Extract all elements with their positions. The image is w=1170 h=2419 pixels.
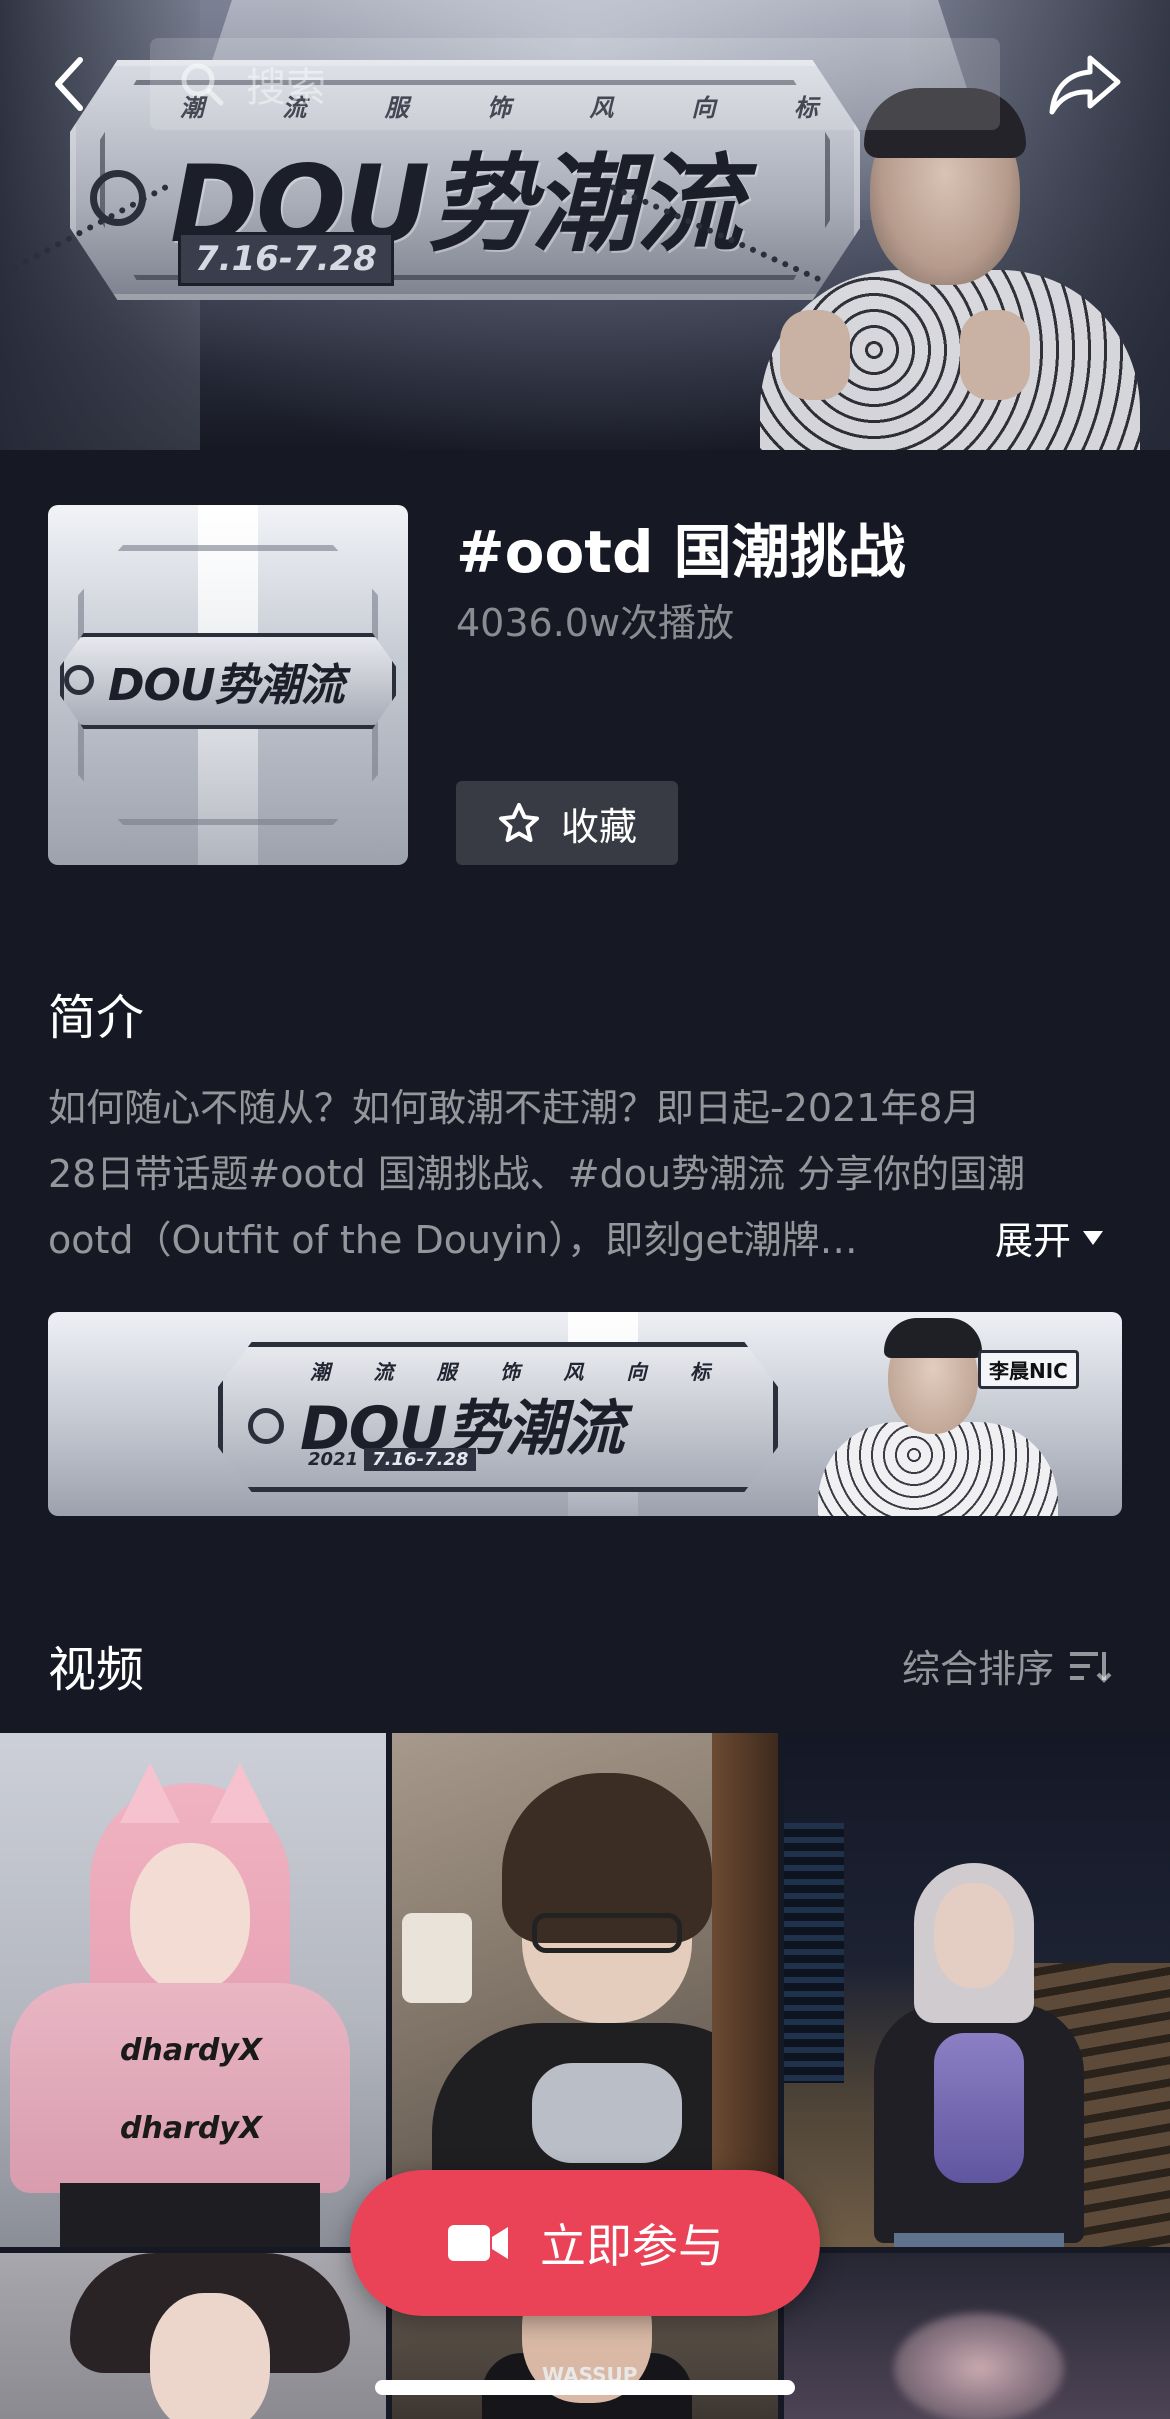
- top-navigation-bar: 搜索: [0, 36, 1170, 136]
- chevron-left-icon: [55, 57, 83, 111]
- videos-heading: 视频: [48, 1642, 145, 1698]
- intro-line: 如何随心不随从？如何敢潮不赶潮？即日起-2021年8月: [48, 1086, 981, 1130]
- video-grid: dhardyX dhardyX WASSUP: [0, 1733, 1170, 2419]
- sort-label: 综合排序: [902, 1647, 1055, 1691]
- thumb-skirt: [60, 2183, 320, 2247]
- cover-ring-icon: [64, 665, 94, 695]
- home-indicator[interactable]: [375, 2380, 795, 2395]
- banner-person-shirt: [818, 1422, 1058, 1516]
- banner-sub-char: 向: [626, 1360, 647, 1384]
- thumb-fabric: [532, 2063, 682, 2163]
- intro-heading: 简介: [48, 990, 145, 1046]
- banner-date: 2021 7.16-7.28: [308, 1448, 477, 1471]
- banner-date-range: 7.16-7.28: [364, 1448, 477, 1471]
- thumb-sweater: [10, 1983, 350, 2193]
- expand-button[interactable]: 展开: [995, 1210, 1105, 1265]
- sort-filter-icon: [1070, 1651, 1112, 1683]
- thumb-blur: [894, 2313, 1064, 2419]
- banner-year: 2021: [308, 1449, 359, 1470]
- search-input[interactable]: 搜索: [150, 38, 1000, 130]
- caret-down-icon: [1083, 1230, 1104, 1245]
- favorite-label: 收藏: [560, 804, 637, 849]
- sort-button[interactable]: 综合排序: [902, 1638, 1112, 1693]
- video-thumbnail[interactable]: [784, 2253, 1170, 2419]
- share-button[interactable]: [1045, 50, 1125, 120]
- thumb-jeans: [894, 2233, 1064, 2247]
- video-thumbnail[interactable]: [0, 2253, 386, 2419]
- expand-label: 展开: [995, 1219, 1072, 1263]
- hero-person-hand: [960, 310, 1030, 400]
- hero-banner-date: 7.16-7.28: [178, 232, 394, 286]
- star-outline-icon: [498, 803, 539, 842]
- thumb-lamp: [402, 1913, 472, 2003]
- search-icon: [181, 63, 224, 106]
- favorite-button[interactable]: 收藏: [456, 781, 678, 865]
- back-button[interactable]: [40, 54, 100, 114]
- cover-title: DOU势潮流: [108, 660, 345, 711]
- banner-person-image: [818, 1312, 1058, 1516]
- banner-sub-char: 标: [689, 1360, 710, 1384]
- share-arrow-icon: [1049, 55, 1121, 115]
- banner-ring-icon: [248, 1408, 284, 1444]
- banner-name-tag: 李晨NIC: [978, 1350, 1079, 1389]
- join-now-button[interactable]: 立即参与: [350, 2170, 820, 2316]
- intro-description: 如何随心不随从？如何敢潮不赶潮？即日起-2021年8月 28日带话题#ootd …: [48, 1075, 1118, 1273]
- intro-line: 28日带话题#ootd 国潮挑战、#dou势潮流 分享你的国潮: [48, 1152, 1026, 1196]
- banner-person-hair: [884, 1318, 982, 1358]
- video-thumbnail[interactable]: [784, 1733, 1170, 2247]
- join-now-label: 立即参与: [540, 2219, 724, 2273]
- intro-line: ootd（Outfit of the Douyin），即刻get潮牌…: [48, 1218, 858, 1262]
- thumb-face: [130, 1843, 250, 1993]
- topic-cover-image: DOU势潮流: [48, 505, 408, 865]
- video-thumbnail[interactable]: dhardyX dhardyX: [0, 1733, 386, 2247]
- thumb-shirt-text: dhardyX: [120, 2111, 263, 2146]
- hero-person-hand: [780, 310, 850, 400]
- thumb-face: [934, 1883, 1014, 1988]
- topic-title: #ootd 国潮挑战: [456, 518, 906, 586]
- thumb-shirt-graphic: [934, 2033, 1024, 2183]
- thumb-face: [150, 2293, 270, 2419]
- promo-banner[interactable]: 潮 流 服 饰 风 向 标 DOU势潮流 2021 7.16-7.28 李晨NI…: [48, 1312, 1122, 1516]
- glasses-icon: [532, 1913, 682, 1953]
- video-camera-icon: [448, 2225, 508, 2261]
- topic-play-count: 4036.0w次播放: [456, 601, 735, 645]
- thumb-building: [784, 1823, 844, 2083]
- search-placeholder: 搜索: [246, 65, 326, 111]
- thumb-shirt-text: dhardyX: [120, 2033, 263, 2068]
